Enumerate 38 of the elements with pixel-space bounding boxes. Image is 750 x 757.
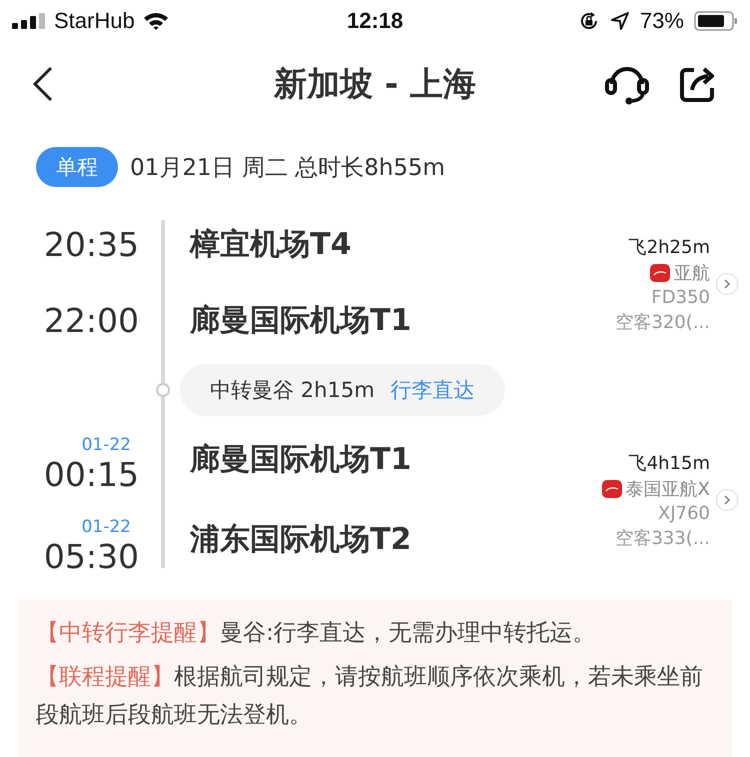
airline-name: 亚航 xyxy=(674,262,710,284)
flight-time: 22:00 xyxy=(44,300,139,340)
flight-time: 00:15 xyxy=(44,455,139,494)
airline-logo-icon xyxy=(650,264,670,282)
airport-name: 浦东国际机场T2 xyxy=(190,520,412,558)
airport-name: 廊曼国际机场T1 xyxy=(190,440,412,478)
clock: 12:18 xyxy=(346,8,404,34)
battery-icon xyxy=(694,11,738,31)
aircraft-type: 空客333(... xyxy=(615,526,710,550)
chevron-right-icon xyxy=(723,494,731,506)
aircraft-type: 空客320(... xyxy=(615,310,710,334)
battery-percent: 73% xyxy=(640,8,684,34)
flight-time: 20:35 xyxy=(44,224,139,264)
airport-name: 廊曼国际机场T1 xyxy=(190,302,412,340)
notice-text: 【联程提醒】根据航司规定，请按航班顺序依次乘机，若未乘坐前段航班后段航班无法登机。 xyxy=(36,663,704,730)
airline-name: 泰国亚航X xyxy=(626,478,710,500)
airport-name: 樟宜机场T4 xyxy=(190,226,352,264)
trip-type-badge: 单程 xyxy=(36,147,118,187)
carrier-name: StarHub xyxy=(54,8,135,34)
arrival-date: 01-22 xyxy=(82,517,131,537)
flight-time: 05:30 xyxy=(44,537,139,576)
wifi-icon xyxy=(142,11,169,31)
signal-icon xyxy=(12,13,46,29)
trip-summary: 01月21日 周二 总时长8h55m xyxy=(130,154,446,182)
flight-number: XJ760 xyxy=(658,502,710,524)
flight-number: FD350 xyxy=(651,286,710,308)
baggage-through-link[interactable]: 行李直达 xyxy=(390,376,475,404)
transfer-info: 中转曼谷 2h15m xyxy=(210,377,375,404)
page-title: 新加坡 - 上海 xyxy=(274,62,476,104)
chevron-right-icon xyxy=(723,278,731,290)
flight-detail-button[interactable] xyxy=(716,489,738,511)
airline-logo-icon xyxy=(602,480,622,498)
notice-text: 【中转行李提醒】曼谷:行李直达，无需办理中转托运。 xyxy=(36,619,597,648)
flight-duration: 飞4h15m xyxy=(628,452,710,474)
location-icon xyxy=(610,11,630,31)
flight-detail-button[interactable] xyxy=(716,273,738,295)
arrival-date: 01-22 xyxy=(82,435,131,455)
flight-duration: 飞2h25m xyxy=(628,236,710,258)
